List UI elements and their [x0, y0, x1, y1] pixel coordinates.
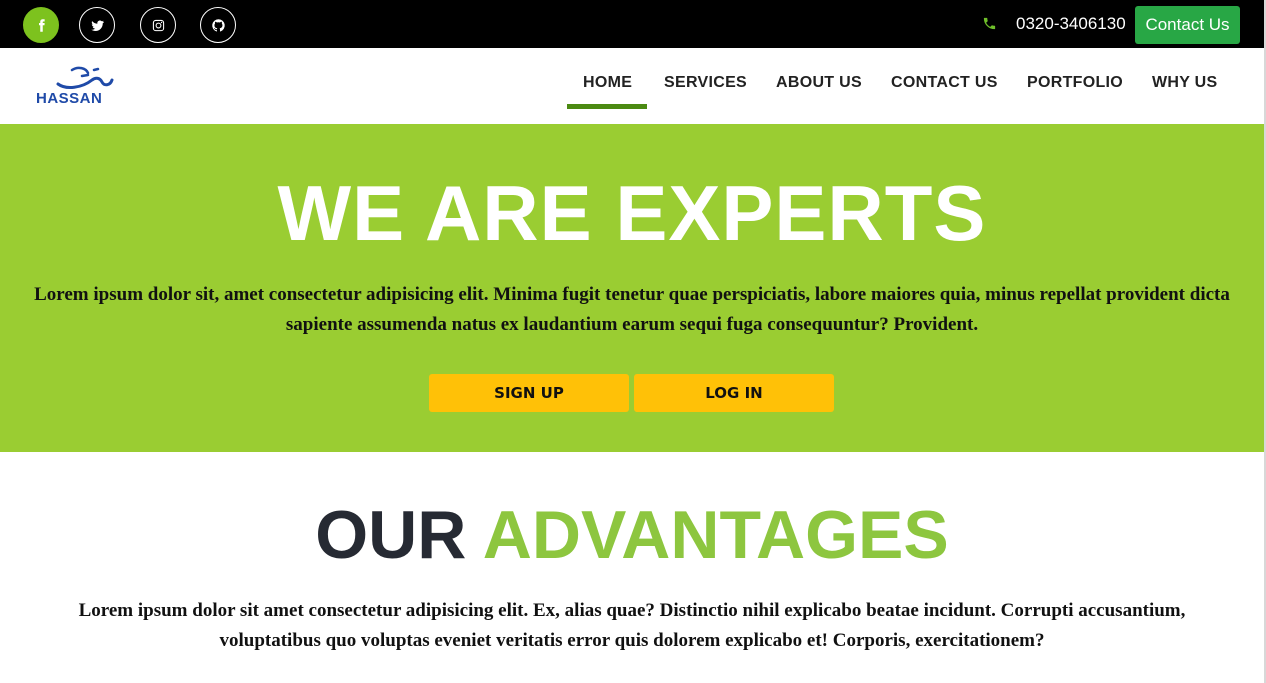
github-link[interactable]	[200, 7, 236, 43]
instagram-link[interactable]	[140, 7, 176, 43]
github-icon	[211, 18, 225, 31]
twitter-link[interactable]	[79, 7, 115, 43]
nav-about-us[interactable]: ABOUT US	[776, 74, 862, 92]
advantages-title-part2: ADVANTAGES	[482, 497, 949, 573]
advantages-title-part1: OUR	[315, 497, 467, 573]
instagram-icon	[152, 19, 164, 31]
hero-title: WE ARE EXPERTS	[277, 169, 987, 257]
nav-portfolio[interactable]: PORTFOLIO	[1027, 74, 1123, 92]
facebook-icon	[38, 18, 45, 32]
sign-up-button[interactable]: SIGN UP	[429, 374, 629, 412]
hassan-logo[interactable]: HASSAN	[34, 64, 130, 110]
top-bar: 0320-3406130 Contact Us	[0, 0, 1264, 48]
nav-services[interactable]: SERVICES	[664, 74, 747, 92]
twitter-icon	[90, 19, 104, 31]
nav-contact-us[interactable]: CONTACT US	[891, 74, 998, 92]
phone-icon	[982, 16, 997, 31]
phone-number: 0320-3406130	[1016, 14, 1126, 33]
hero-section: WE ARE EXPERTS Lorem ipsum dolor sit, am…	[0, 124, 1264, 452]
nav-home[interactable]: HOME	[583, 74, 632, 92]
main-navbar: HASSAN HOME SERVICES ABOUT US CONTACT US…	[0, 48, 1264, 124]
advantages-title: OUR ADVANTAGES	[0, 496, 1264, 574]
advantages-description: Lorem ipsum dolor sit amet consectetur a…	[78, 600, 1186, 651]
nav-why-us[interactable]: WHY US	[1152, 74, 1218, 92]
arabic-calligraphy-icon	[56, 66, 114, 89]
active-nav-indicator	[567, 104, 647, 109]
contact-us-button[interactable]: Contact Us	[1135, 6, 1240, 44]
hero-description: Lorem ipsum dolor sit, amet consectetur …	[34, 284, 1230, 335]
facebook-link[interactable]	[23, 7, 59, 43]
logo-text: HASSAN	[36, 90, 103, 107]
log-in-button[interactable]: LOG IN	[634, 374, 834, 412]
